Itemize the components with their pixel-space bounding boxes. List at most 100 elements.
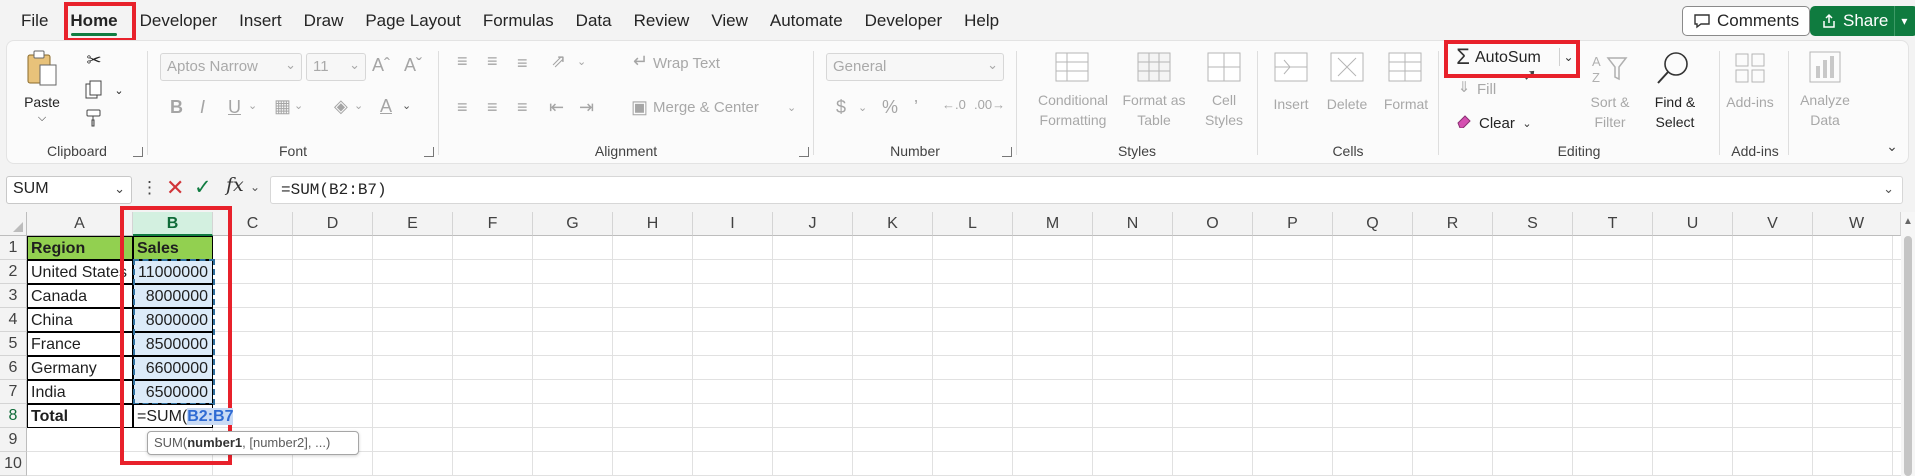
insert-cells-label[interactable]: Insert bbox=[1264, 95, 1318, 113]
delete-cells-label[interactable]: Delete bbox=[1320, 95, 1374, 113]
fill-label[interactable]: Fill bbox=[1477, 81, 1496, 99]
bold-icon[interactable]: B bbox=[170, 97, 183, 118]
cell-a8[interactable]: Total bbox=[27, 404, 133, 428]
font-size-combo[interactable]: 11 ⌄ bbox=[306, 53, 366, 81]
column-header[interactable]: Q bbox=[1333, 212, 1413, 236]
wrap-text-label[interactable]: Wrap Text bbox=[653, 55, 720, 73]
cut-icon[interactable]: ✂ bbox=[83, 49, 105, 71]
find-select-label-1[interactable]: Find & bbox=[1647, 93, 1703, 111]
analyze-data-icon[interactable] bbox=[1806, 49, 1844, 85]
fill-chevron-down-icon[interactable]: ⌄ bbox=[354, 99, 363, 112]
vertical-scrollbar[interactable]: ▲ bbox=[1901, 212, 1915, 476]
tooltip-fn[interactable]: SUM( bbox=[154, 435, 187, 450]
insert-function-icon[interactable]: fx bbox=[226, 174, 244, 196]
sort-filter-icon[interactable]: AZ bbox=[1589, 51, 1629, 87]
name-box[interactable]: SUM ⌄ bbox=[6, 176, 132, 204]
clear-chevron-down-icon[interactable]: ⌄ bbox=[1521, 115, 1533, 131]
align-middle-icon[interactable]: ≡ bbox=[487, 51, 498, 72]
chevron-down-icon[interactable]: ⌄ bbox=[250, 180, 260, 194]
fill-down-icon[interactable]: ⇓ bbox=[1455, 77, 1473, 97]
orientation-chevron-down-icon[interactable]: ⌄ bbox=[577, 55, 586, 68]
row-header[interactable]: 3 bbox=[0, 284, 27, 308]
format-as-table-label-1[interactable]: Format as bbox=[1121, 91, 1187, 109]
scroll-up-icon[interactable]: ▲ bbox=[1903, 216, 1913, 227]
more-options-icon[interactable]: ⋮ bbox=[141, 178, 158, 198]
column-header[interactable]: L bbox=[933, 212, 1013, 236]
copy-chevron-down-icon[interactable]: ⌄ bbox=[113, 83, 125, 97]
format-cells-icon[interactable] bbox=[1386, 51, 1424, 83]
format-as-table-label-2[interactable]: Table bbox=[1121, 111, 1187, 129]
tab-insert[interactable]: Insert bbox=[228, 2, 293, 40]
cell-styles-label-2[interactable]: Styles bbox=[1197, 111, 1251, 129]
tab-data[interactable]: Data bbox=[565, 2, 623, 40]
collapse-ribbon-chevron-icon[interactable]: ⌄ bbox=[1883, 137, 1901, 155]
currency-icon[interactable]: $ bbox=[836, 97, 846, 118]
enter-check-icon[interactable]: ✓ bbox=[194, 175, 212, 200]
expand-formula-chevron-icon[interactable]: ⌄ bbox=[1883, 181, 1894, 197]
row-header[interactable]: 2 bbox=[0, 260, 27, 284]
row-header[interactable]: 1 bbox=[0, 236, 27, 260]
tooltip-arg1[interactable]: number1 bbox=[187, 435, 242, 450]
chevron-down-icon[interactable]: ▾ bbox=[1894, 6, 1907, 36]
percent-icon[interactable]: % bbox=[882, 97, 898, 118]
increase-decimal-icon[interactable]: ←.0 bbox=[942, 97, 966, 112]
tab-page-layout[interactable]: Page Layout bbox=[354, 2, 471, 40]
tab-developer[interactable]: Developer bbox=[129, 2, 229, 40]
cell-b8-editing[interactable]: =SUM(B2:B7 bbox=[133, 404, 234, 428]
column-header[interactable]: K bbox=[853, 212, 933, 236]
cell-styles-label-1[interactable]: Cell bbox=[1197, 91, 1251, 109]
number-format-combo[interactable]: General ⌄ bbox=[826, 53, 1004, 81]
row-header[interactable]: 6 bbox=[0, 356, 27, 380]
cell-b1[interactable]: Sales bbox=[133, 236, 213, 260]
eraser-icon[interactable] bbox=[1455, 111, 1473, 131]
row-header[interactable]: 9 bbox=[0, 428, 27, 452]
column-header[interactable]: U bbox=[1653, 212, 1733, 236]
merge-chevron-down-icon[interactable]: ⌄ bbox=[787, 101, 796, 114]
align-center-icon[interactable]: ≡ bbox=[487, 97, 498, 118]
conditional-formatting-icon[interactable] bbox=[1053, 51, 1091, 83]
column-header[interactable]: A bbox=[27, 212, 133, 236]
cell-a6[interactable]: Germany bbox=[27, 356, 133, 380]
autosum-icon[interactable]: Σ bbox=[1453, 43, 1473, 71]
font-color-icon[interactable]: A bbox=[380, 96, 392, 117]
cell-a1[interactable]: Region bbox=[27, 236, 133, 260]
tab-view[interactable]: View bbox=[700, 2, 759, 40]
copy-icon[interactable] bbox=[83, 79, 105, 101]
paste-chevron-down-icon[interactable]: ⌵ bbox=[34, 109, 50, 127]
decrease-font-icon[interactable]: Aˇ bbox=[404, 55, 422, 76]
find-select-icon[interactable] bbox=[1653, 49, 1693, 87]
analyze-data-label-1[interactable]: Analyze bbox=[1796, 91, 1854, 109]
alignment-launcher-icon[interactable] bbox=[799, 147, 809, 157]
empty-cells-area[interactable] bbox=[213, 236, 1901, 476]
column-header[interactable]: C bbox=[213, 212, 293, 236]
addins-label[interactable]: Add-ins bbox=[1722, 93, 1778, 111]
column-header[interactable]: I bbox=[693, 212, 773, 236]
orientation-icon[interactable]: ⇗ bbox=[551, 51, 566, 72]
row-header[interactable]: 8 bbox=[0, 404, 27, 428]
fill-color-icon[interactable]: ◈ bbox=[334, 96, 348, 117]
font-name-combo[interactable]: Aptos Narrow ⌄ bbox=[160, 53, 302, 81]
column-header[interactable]: M bbox=[1013, 212, 1093, 236]
find-select-label-2[interactable]: Select bbox=[1647, 113, 1703, 131]
increase-font-icon[interactable]: Aˆ bbox=[372, 55, 390, 76]
paste-icon[interactable] bbox=[23, 49, 61, 89]
comma-style-icon[interactable]: ’ bbox=[914, 97, 918, 118]
cell-styles-icon[interactable] bbox=[1205, 51, 1243, 83]
analyze-data-label-2[interactable]: Data bbox=[1796, 111, 1854, 129]
increase-indent-icon[interactable]: ⇥ bbox=[579, 97, 594, 118]
cell-b5[interactable]: 8500000 bbox=[133, 332, 213, 356]
column-header[interactable]: E bbox=[373, 212, 453, 236]
cell-b7[interactable]: 6500000 bbox=[133, 380, 213, 404]
cell-b2[interactable]: 11000000 bbox=[133, 260, 213, 284]
currency-chevron-down-icon[interactable]: ⌄ bbox=[858, 101, 867, 114]
select-all-corner[interactable] bbox=[0, 212, 27, 236]
column-header[interactable]: G bbox=[533, 212, 613, 236]
tab-help[interactable]: Help bbox=[953, 2, 1010, 40]
row-header[interactable]: 10 bbox=[0, 452, 27, 476]
tab-file[interactable]: File bbox=[10, 2, 59, 40]
delete-cells-icon[interactable] bbox=[1328, 51, 1366, 83]
cell-b3[interactable]: 8000000 bbox=[133, 284, 213, 308]
column-header[interactable]: V bbox=[1733, 212, 1813, 236]
column-header[interactable]: N bbox=[1093, 212, 1173, 236]
sort-filter-label-1[interactable]: Sort & bbox=[1583, 93, 1637, 111]
